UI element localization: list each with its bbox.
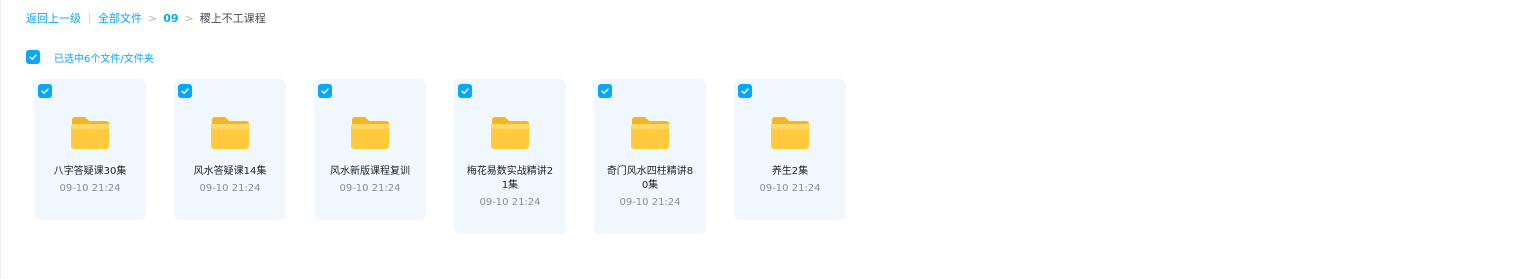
file-checkbox[interactable]: [738, 84, 752, 98]
file-checkbox[interactable]: [458, 84, 472, 98]
breadcrumb-current: 稷上不工课程: [199, 12, 266, 25]
file-time: 09-10 21:24: [479, 197, 541, 208]
folder-icon: [211, 117, 249, 149]
check-icon: [181, 88, 189, 94]
file-card[interactable]: 养生2集 09-10 21:24: [734, 79, 846, 220]
check-icon: [461, 88, 469, 94]
file-checkbox[interactable]: [178, 84, 192, 98]
file-time: 09-10 21:24: [199, 183, 261, 194]
file-time: 09-10 21:24: [759, 183, 821, 194]
chevron-right-icon: >: [148, 11, 158, 25]
file-checkbox[interactable]: [318, 84, 332, 98]
folder-icon: [771, 117, 809, 149]
file-name: 八字答疑课30集: [53, 166, 127, 177]
breadcrumb: 返回上一级 全部文件 > 09 > 稷上不工课程: [26, 10, 266, 26]
folder-icon: [491, 117, 529, 149]
check-icon: [29, 54, 37, 60]
selection-bar: 已选中6个文件/文件夹: [26, 49, 154, 65]
file-name: 风水答疑课14集: [193, 166, 267, 177]
check-icon: [321, 88, 329, 94]
file-grid: 八字答疑课30集 09-10 21:24 风水答疑课14集 09-10 21:2…: [34, 79, 874, 234]
file-time: 09-10 21:24: [59, 183, 121, 194]
file-name: 风水新版课程复训: [330, 166, 410, 177]
selection-summary: 已选中6个文件/文件夹: [54, 53, 154, 65]
chevron-right-icon: >: [184, 11, 194, 25]
file-time: 09-10 21:24: [339, 183, 401, 194]
folder-icon: [631, 117, 669, 149]
file-card[interactable]: 八字答疑课30集 09-10 21:24: [34, 79, 146, 220]
breadcrumb-divider: [89, 12, 90, 24]
file-browser: 返回上一级 全部文件 > 09 > 稷上不工课程 已选中6个文件/文件夹 八字答…: [0, 0, 1529, 279]
file-card[interactable]: 风水答疑课14集 09-10 21:24: [174, 79, 286, 220]
breadcrumb-all-files[interactable]: 全部文件: [98, 10, 142, 26]
folder-icon: [71, 117, 109, 149]
folder-icon: [351, 117, 389, 149]
breadcrumb-folder[interactable]: 09: [163, 12, 178, 25]
check-icon: [601, 88, 609, 94]
check-icon: [41, 88, 49, 94]
back-link[interactable]: 返回上一级: [26, 10, 81, 26]
file-checkbox[interactable]: [598, 84, 612, 98]
file-card[interactable]: 风水新版课程复训 09-10 21:24: [314, 79, 426, 220]
file-name: 奇门风水四柱精讲80集: [606, 166, 694, 191]
file-card[interactable]: 梅花易数实战精讲21集 09-10 21:24: [454, 79, 566, 234]
file-name: 梅花易数实战精讲21集: [466, 166, 554, 191]
file-time: 09-10 21:24: [619, 197, 681, 208]
file-card[interactable]: 奇门风水四柱精讲80集 09-10 21:24: [594, 79, 706, 234]
check-icon: [741, 88, 749, 94]
file-checkbox[interactable]: [38, 84, 52, 98]
select-all-checkbox[interactable]: [26, 50, 40, 64]
file-name: 养生2集: [771, 166, 809, 177]
